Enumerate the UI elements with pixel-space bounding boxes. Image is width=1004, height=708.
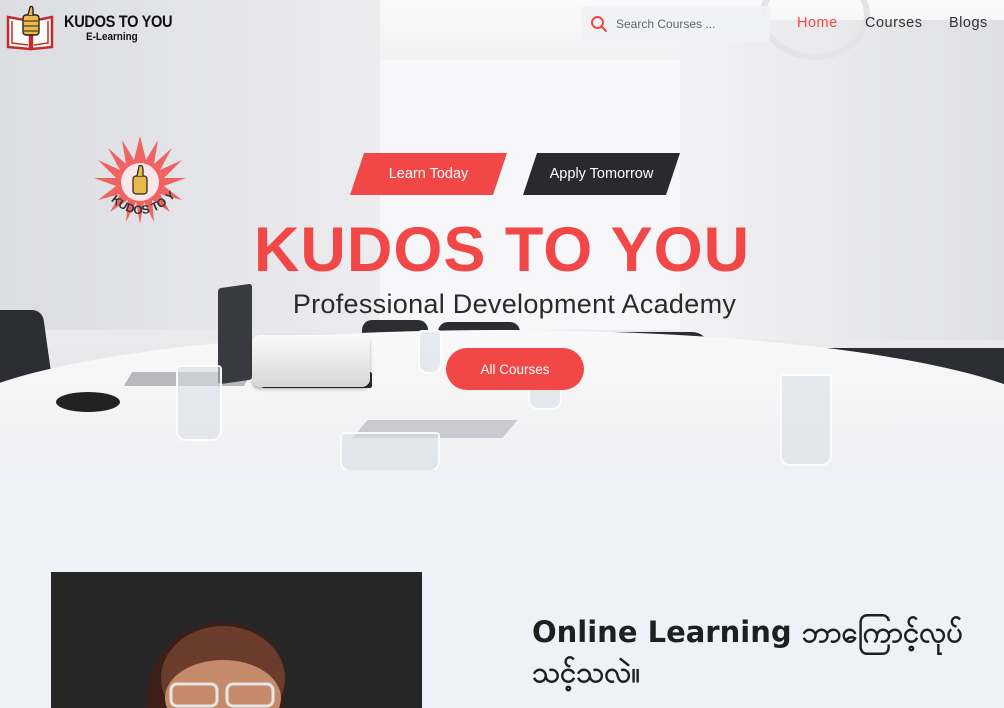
- water-glass: [418, 330, 442, 374]
- search-icon[interactable]: [590, 15, 608, 33]
- search-input[interactable]: [616, 17, 766, 31]
- nav-home[interactable]: Home: [797, 15, 838, 31]
- logo-subtitle: E-Learning: [86, 31, 138, 43]
- water-glass: [176, 365, 222, 441]
- computer-mouse: [56, 392, 120, 412]
- apply-tomorrow-tag: Apply Tomorrow: [523, 153, 680, 195]
- water-glass: [780, 374, 832, 466]
- apply-tomorrow-label: Apply Tomorrow: [549, 166, 654, 182]
- all-courses-button[interactable]: All Courses: [446, 348, 584, 390]
- hero-title: KUDOS TO YOU: [253, 215, 751, 285]
- search-bar[interactable]: [582, 6, 770, 42]
- site-logo[interactable]: KUDOS TO YOU E-Learning: [6, 4, 173, 52]
- logo-title: KUDOS TO YOU: [64, 12, 173, 31]
- learn-today-tag: Learn Today: [350, 153, 507, 195]
- learn-today-label: Learn Today: [388, 166, 469, 182]
- nav-courses[interactable]: Courses: [865, 15, 923, 31]
- water-glass: [340, 432, 440, 470]
- hero-subtitle: Professional Development Academy: [292, 289, 737, 319]
- section-heading: Online Learning ဘာကြောင့်လုပ်သင့်သလဲ။: [532, 615, 963, 689]
- book-thumbs-up-icon: [6, 5, 58, 51]
- nav-blogs[interactable]: Blogs: [949, 15, 988, 31]
- projector: [252, 335, 370, 387]
- instructor-photo: [51, 572, 422, 708]
